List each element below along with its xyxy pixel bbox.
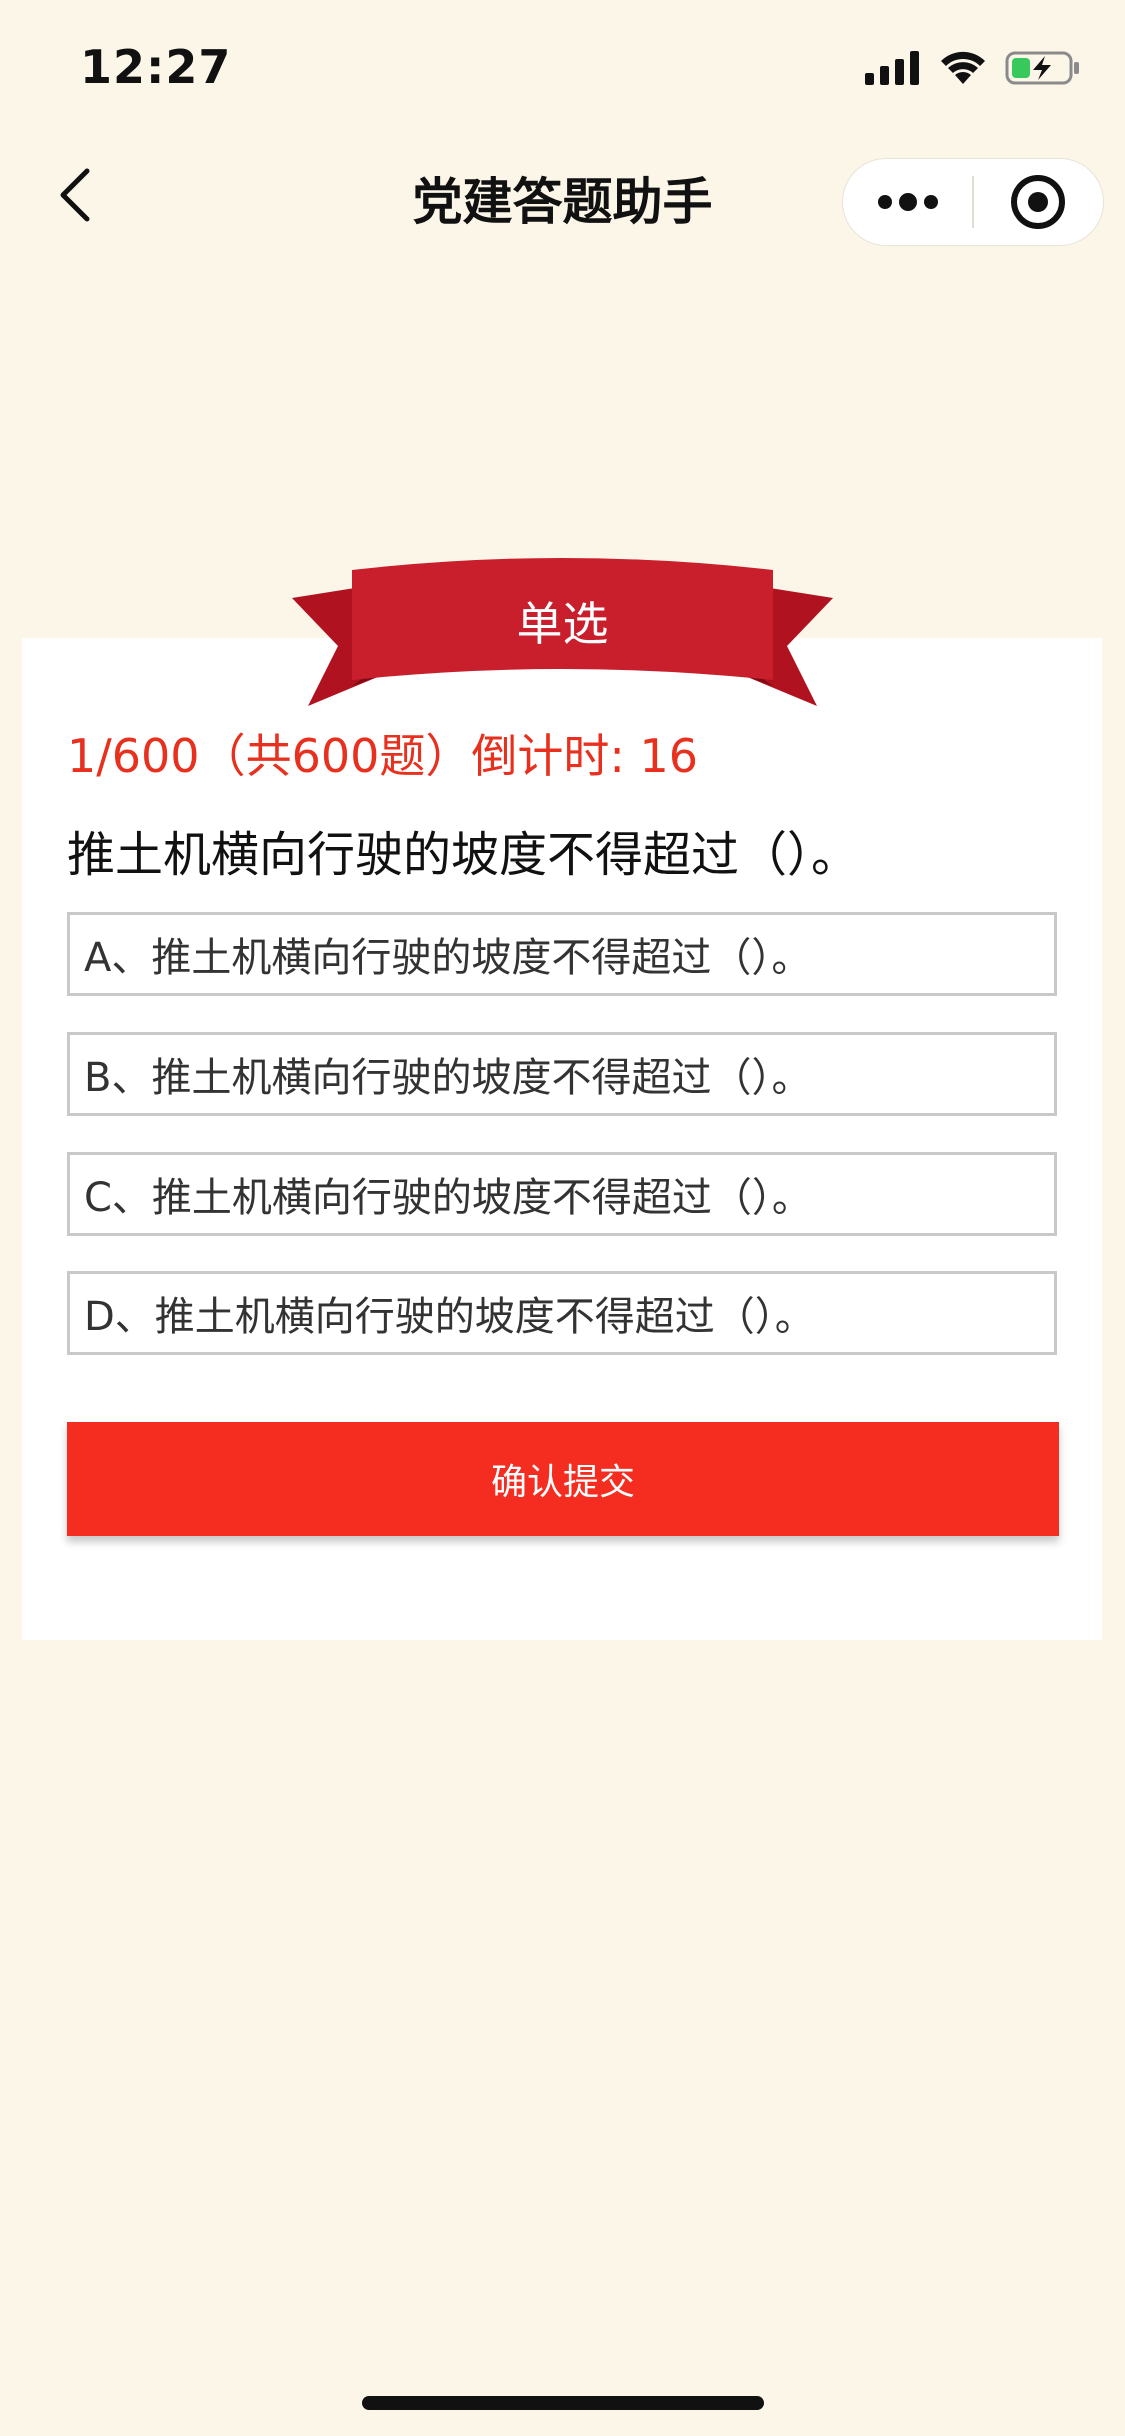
- status-time: 12:27: [80, 40, 232, 94]
- mini-program-capsule: [842, 158, 1104, 246]
- status-icons: [865, 50, 1081, 86]
- question-type-ribbon: 单选: [290, 558, 835, 718]
- submit-button[interactable]: 确认提交: [67, 1422, 1059, 1536]
- question-type-label: 单选: [516, 597, 609, 651]
- more-dots-icon: [877, 193, 938, 211]
- wifi-icon: [941, 51, 985, 84]
- target-close-icon: [1011, 175, 1066, 229]
- status-bar: 12:27: [0, 0, 1125, 132]
- signal-icon: [865, 51, 919, 85]
- option-c[interactable]: C、推土机横向行驶的坡度不得超过（）。: [67, 1152, 1057, 1236]
- more-button[interactable]: [843, 158, 972, 246]
- question-text: 推土机横向行驶的坡度不得超过（）。: [67, 827, 860, 883]
- option-b[interactable]: B、推土机横向行驶的坡度不得超过（）。: [67, 1032, 1057, 1116]
- battery-charging-icon: [1005, 51, 1079, 85]
- close-mini-program-button[interactable]: [974, 158, 1103, 246]
- progress-countdown: 1/600（共600题）倒计时: 16: [67, 729, 699, 783]
- home-indicator[interactable]: [362, 2396, 764, 2410]
- nav-bar: 党建答题助手: [0, 132, 1125, 256]
- option-a[interactable]: A、推土机横向行驶的坡度不得超过（）。: [67, 912, 1057, 996]
- option-d[interactable]: D、推土机横向行驶的坡度不得超过（）。: [67, 1271, 1057, 1355]
